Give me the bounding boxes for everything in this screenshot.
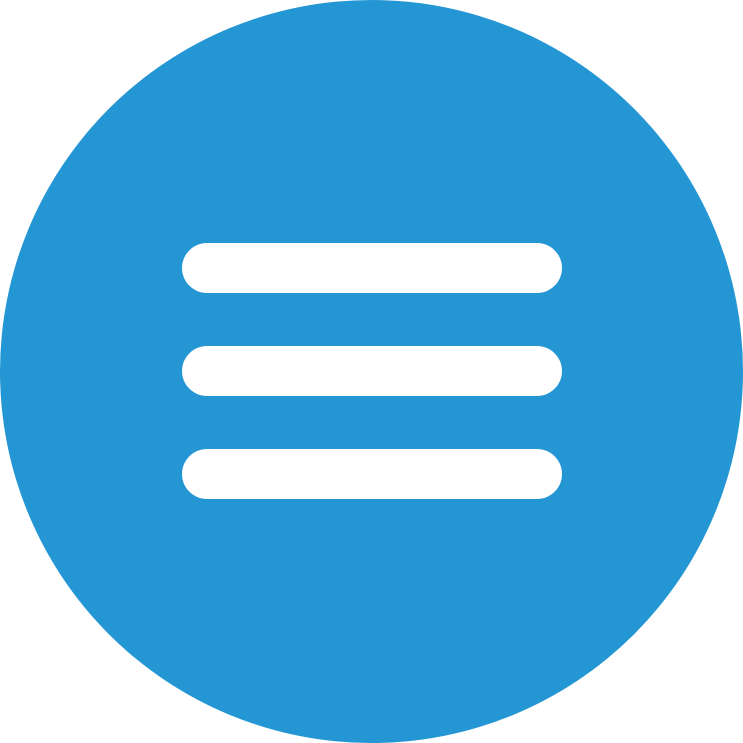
menu-bar-top — [182, 243, 562, 293]
menu-bar-middle — [182, 346, 562, 396]
menu-button[interactable] — [0, 0, 743, 743]
menu-bar-bottom — [182, 449, 562, 499]
